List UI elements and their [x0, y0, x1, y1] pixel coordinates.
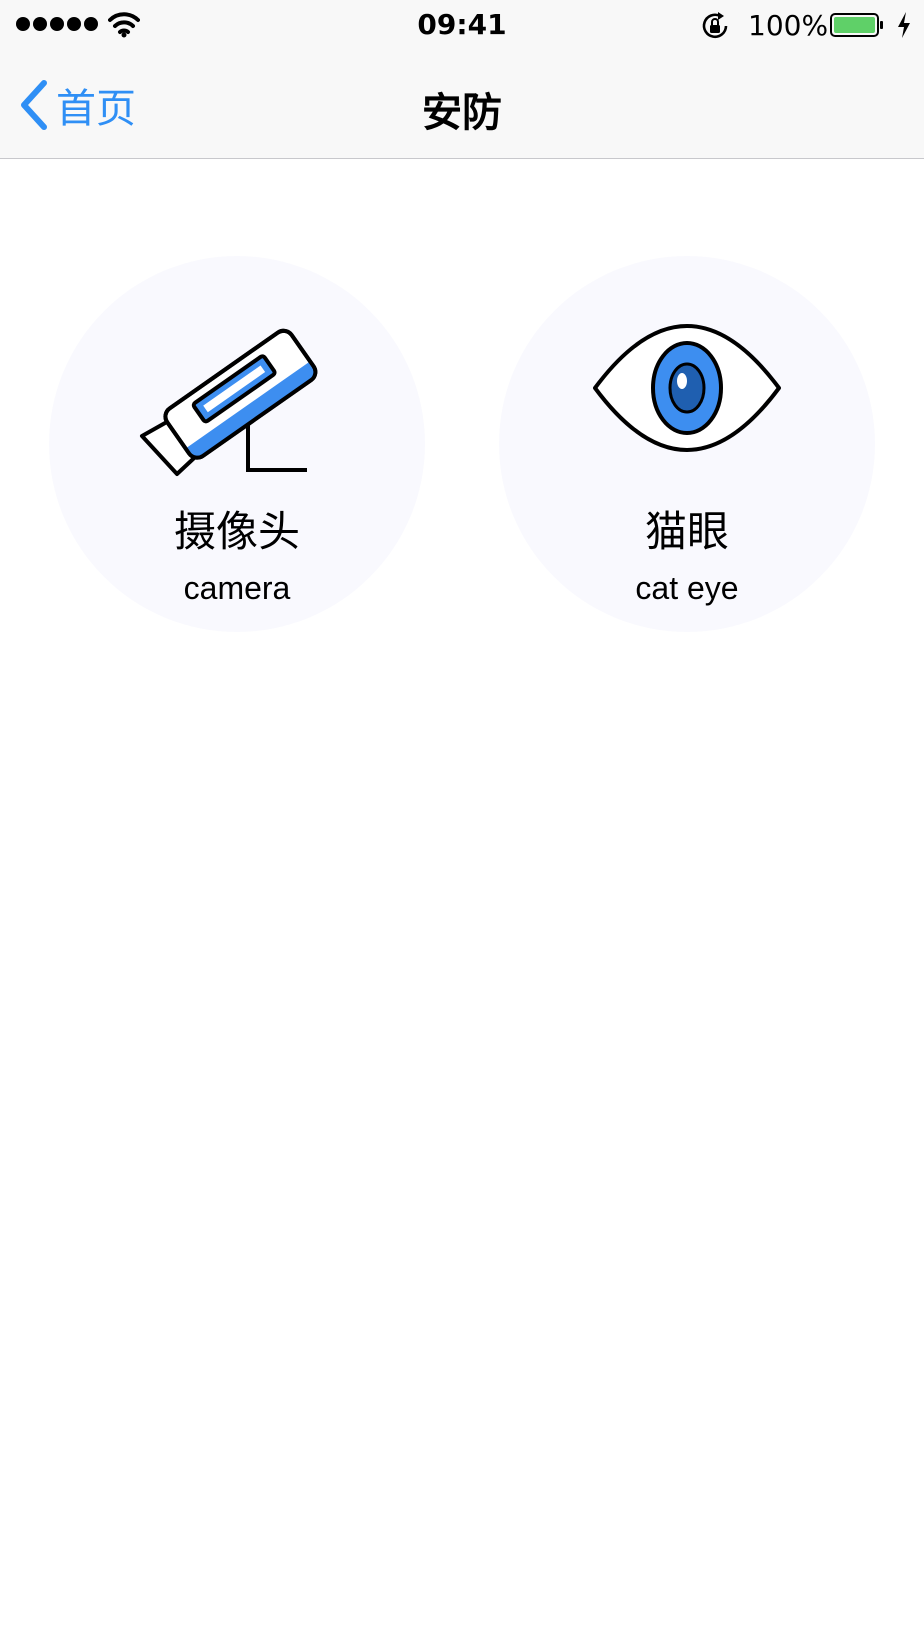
rotation-lock-icon	[702, 12, 728, 39]
navigation-bar: 首页 安防	[0, 52, 924, 159]
status-bar: 09:41 100%	[0, 0, 924, 52]
camera-subtitle: camera	[183, 570, 291, 606]
charging-icon	[898, 12, 910, 38]
cat-eye-subtitle: cat eye	[635, 570, 739, 606]
cat-eye-tile[interactable]: 猫眼 cat eye	[499, 256, 875, 632]
page-title: 安防	[422, 90, 502, 136]
eye-icon	[593, 324, 781, 452]
battery-percent: 100%	[748, 9, 829, 42]
camera-tile[interactable]: 摄像头 camera	[49, 256, 425, 632]
battery-icon	[830, 13, 883, 37]
camera-title: 摄像头	[173, 507, 300, 556]
cat-eye-title: 猫眼	[644, 507, 729, 556]
security-camera-icon	[140, 328, 318, 476]
